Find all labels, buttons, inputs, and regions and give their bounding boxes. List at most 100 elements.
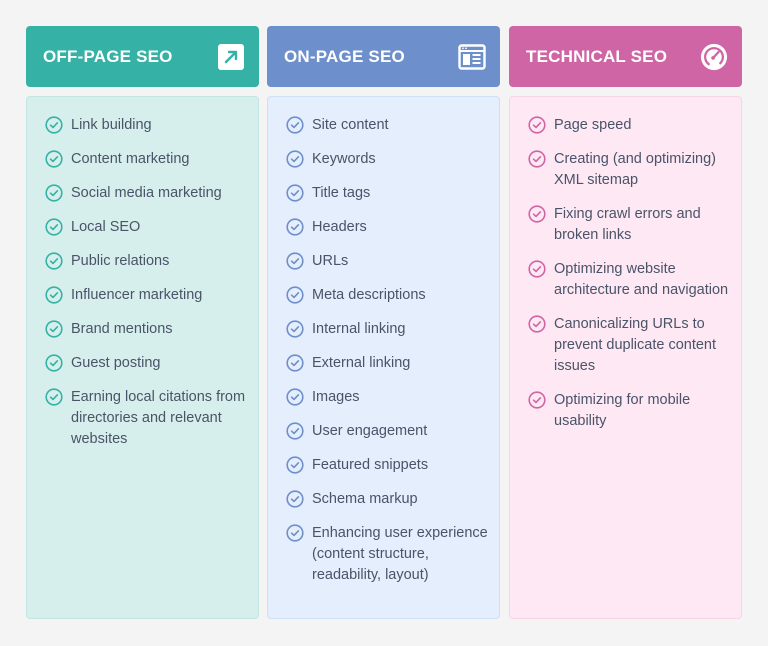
column-title: TECHNICAL SEO — [526, 46, 668, 66]
list-item-label: Link building — [71, 117, 152, 133]
list-item-label: Social media marketing — [71, 185, 222, 201]
check-circle-icon — [45, 320, 63, 338]
check-circle-icon — [286, 456, 304, 474]
off-page-seo-list-panel: Link building Content marketing Social med… — [26, 96, 259, 619]
list-item-label: Local SEO — [71, 219, 141, 235]
technical-seo-list: Page speed Creating (and optimizing) XML … — [528, 115, 731, 432]
list-item-label: Schema markup — [312, 491, 418, 507]
list-item-label: Optimizing website architecture and navi… — [554, 261, 729, 298]
list-item: Optimizing for mobile usability — [528, 390, 731, 432]
check-circle-icon — [528, 205, 546, 223]
list-item-label: Content marketing — [71, 151, 190, 167]
list-item-label: Headers — [312, 219, 367, 235]
check-circle-icon — [286, 320, 304, 338]
on-page-seo-column: ON-PAGE SEO Site content Keywords Title ta… — [267, 26, 500, 619]
check-circle-icon — [45, 252, 63, 270]
list-item: External linking — [286, 353, 489, 374]
list-item-label: Images — [312, 389, 360, 405]
off-page-seo-column: OFF-PAGE SEO Link building Content market… — [26, 26, 259, 619]
column-title: OFF-PAGE SEO — [43, 46, 173, 66]
list-item-label: Brand mentions — [71, 321, 173, 337]
list-item-label: Enhancing user experience (content struc… — [312, 525, 488, 583]
check-circle-icon — [286, 490, 304, 508]
list-item-label: External linking — [312, 355, 411, 371]
list-item-label: Internal linking — [312, 321, 406, 337]
list-item: Optimizing website architecture and navi… — [528, 259, 731, 301]
list-item: Earning local citations from directories… — [45, 387, 248, 450]
check-circle-icon — [286, 422, 304, 440]
check-circle-icon — [45, 116, 63, 134]
technical-seo-header: TECHNICAL SEO — [509, 26, 742, 87]
check-circle-icon — [286, 184, 304, 202]
on-page-seo-list: Site content Keywords Title tags Headers URL… — [286, 115, 489, 586]
check-circle-icon — [45, 184, 63, 202]
list-item: Page speed — [528, 115, 731, 136]
list-item-label: Page speed — [554, 117, 632, 133]
list-item-label: Fixing crawl errors and broken links — [554, 206, 701, 243]
list-item-label: Meta descriptions — [312, 287, 426, 303]
list-item-label: Featured snippets — [312, 457, 429, 473]
list-item-label: Optimizing for mobile usability — [554, 392, 691, 429]
check-circle-icon — [528, 315, 546, 333]
list-item-label: URLs — [312, 253, 349, 269]
on-page-seo-list-panel: Site content Keywords Title tags Headers URL… — [267, 96, 500, 619]
column-title: ON-PAGE SEO — [284, 46, 405, 66]
list-item: Site content — [286, 115, 489, 136]
check-circle-icon — [286, 524, 304, 542]
check-circle-icon — [45, 388, 63, 406]
list-item: User engagement — [286, 421, 489, 442]
list-item-label: Creating (and optimizing) XML sitemap — [554, 151, 716, 188]
off-page-seo-header: OFF-PAGE SEO — [26, 26, 259, 87]
list-item: Content marketing — [45, 149, 248, 170]
list-item: Fixing crawl errors and broken links — [528, 204, 731, 246]
list-item-label: Title tags — [312, 185, 371, 201]
list-item: Keywords — [286, 149, 489, 170]
list-item: Link building — [45, 115, 248, 136]
list-item: Featured snippets — [286, 455, 489, 476]
check-circle-icon — [528, 260, 546, 278]
list-item: Canonicalizing URLs to prevent duplicate… — [528, 314, 731, 377]
list-item: Headers — [286, 217, 489, 238]
webpage-layout-icon — [458, 43, 486, 71]
check-circle-icon — [45, 218, 63, 236]
list-item-label: User engagement — [312, 423, 428, 439]
list-item: Local SEO — [45, 217, 248, 238]
list-item-label: Public relations — [71, 253, 170, 269]
list-item-label: Earning local citations from directories… — [71, 389, 246, 447]
check-circle-icon — [286, 218, 304, 236]
list-item-label: Influencer marketing — [71, 287, 203, 303]
list-item-label: Guest posting — [71, 355, 161, 371]
technical-seo-column: TECHNICAL SEO Page speed Creating (and op… — [509, 26, 742, 619]
list-item: Internal linking — [286, 319, 489, 340]
check-circle-icon — [286, 116, 304, 134]
list-item: Influencer marketing — [45, 285, 248, 306]
list-item: Meta descriptions — [286, 285, 489, 306]
check-circle-icon — [286, 286, 304, 304]
check-circle-icon — [286, 388, 304, 406]
check-circle-icon — [286, 150, 304, 168]
speedometer-icon — [700, 43, 728, 71]
list-item: URLs — [286, 251, 489, 272]
list-item: Enhancing user experience (content struc… — [286, 523, 489, 586]
list-item: Guest posting — [45, 353, 248, 374]
list-item: Public relations — [45, 251, 248, 272]
list-item: Creating (and optimizing) XML sitemap — [528, 149, 731, 191]
list-item-label: Keywords — [312, 151, 376, 167]
check-circle-icon — [286, 252, 304, 270]
check-circle-icon — [45, 286, 63, 304]
check-circle-icon — [45, 150, 63, 168]
list-item: Schema markup — [286, 489, 489, 510]
check-circle-icon — [528, 116, 546, 134]
list-item: Social media marketing — [45, 183, 248, 204]
list-item-label: Site content — [312, 117, 389, 133]
check-circle-icon — [45, 354, 63, 372]
list-item: Brand mentions — [45, 319, 248, 340]
on-page-seo-header: ON-PAGE SEO — [267, 26, 500, 87]
list-item-label: Canonicalizing URLs to prevent duplicate… — [554, 316, 717, 374]
list-item: Images — [286, 387, 489, 408]
technical-seo-list-panel: Page speed Creating (and optimizing) XML … — [509, 96, 742, 619]
off-page-seo-list: Link building Content marketing Social med… — [45, 115, 248, 450]
external-arrow-icon — [217, 43, 245, 71]
check-circle-icon — [528, 391, 546, 409]
list-item: Title tags — [286, 183, 489, 204]
